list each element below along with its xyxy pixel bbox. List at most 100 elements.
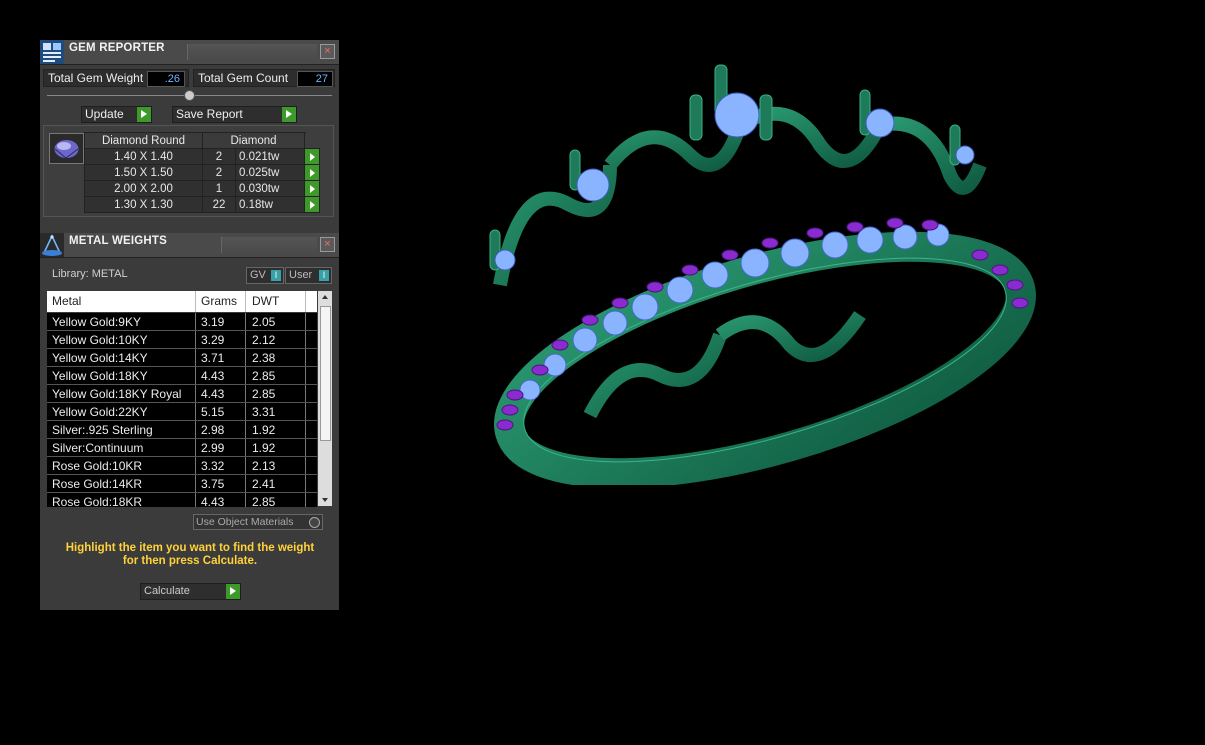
metal-dwt: 2.12 <box>252 333 276 347</box>
gem-table: Diamond Round Diamond 1.40 X 1.40 2 0.02… <box>84 132 320 213</box>
user-toggle[interactable]: User I <box>285 267 332 284</box>
table-row[interactable]: Rose Gold:14KR 3.75 2.41 <box>47 475 317 493</box>
close-icon[interactable]: × <box>320 44 335 59</box>
play-icon[interactable] <box>304 180 320 197</box>
library-label: Library: METAL <box>52 268 128 280</box>
instruction-text-line2: for then press Calculate. <box>122 555 258 567</box>
metal-name: Rose Gold:10KR <box>52 459 143 473</box>
close-icon[interactable]: × <box>320 237 335 252</box>
table-row[interactable]: Yellow Gold:14KY 3.71 2.38 <box>47 349 317 367</box>
metal-dwt: 2.38 <box>252 351 276 365</box>
table-row[interactable]: Yellow Gold:10KY 3.29 2.12 <box>47 331 317 349</box>
gv-toggle[interactable]: GV I <box>246 267 284 284</box>
titlebar-drag-area[interactable] <box>187 44 317 60</box>
user-label: User <box>289 269 313 281</box>
scrollbar-thumb[interactable] <box>320 306 331 441</box>
gem-row[interactable]: 1.30 X 1.30 22 0.18tw <box>84 196 320 213</box>
table-row[interactable]: Yellow Gold:18KY 4.43 2.85 <box>47 367 317 385</box>
dwt-column-header[interactable]: DWT <box>252 294 279 308</box>
metal-name: Yellow Gold:22KY <box>52 405 148 419</box>
gem-count: 2 <box>202 164 236 181</box>
scroll-down-icon[interactable] <box>318 494 332 506</box>
gem-weight: 0.18tw <box>235 196 305 213</box>
metal-name: Yellow Gold:18KY Royal <box>52 387 182 401</box>
gem-table-header: Diamond Round Diamond <box>84 132 320 149</box>
metal-dwt: 3.31 <box>252 405 276 419</box>
use-object-materials-toggle[interactable]: Use Object Materials <box>193 514 323 530</box>
metal-grams: 2.99 <box>201 441 225 455</box>
play-icon[interactable] <box>304 148 320 165</box>
metal-weights-title: METAL WEIGHTS <box>69 235 168 247</box>
grams-column-header[interactable]: Grams <box>201 294 237 308</box>
metal-dwt: 2.13 <box>252 459 276 473</box>
metal-name: Yellow Gold:10KY <box>52 333 148 347</box>
table-row[interactable]: Yellow Gold:18KY Royal 4.43 2.85 <box>47 385 317 403</box>
scale-icon <box>40 233 64 257</box>
gem-size: 2.00 X 2.00 <box>84 180 203 197</box>
slider-handle[interactable] <box>184 90 195 101</box>
round-diamond-icon <box>54 140 79 159</box>
table-row[interactable]: Yellow Gold:22KY 5.15 3.31 <box>47 403 317 421</box>
table-row[interactable]: Silver:Continuum 2.99 1.92 <box>47 439 317 457</box>
table-row[interactable]: Yellow Gold:9KY 3.19 2.05 <box>47 313 317 331</box>
table-row[interactable]: Silver:.925 Sterling 2.98 1.92 <box>47 421 317 439</box>
gem-reporter-title: GEM REPORTER <box>69 42 165 54</box>
metal-dwt: 2.05 <box>252 315 276 329</box>
metal-dwt: 2.85 <box>252 369 276 383</box>
titlebar-drag-area[interactable] <box>221 237 317 253</box>
metal-name: Yellow Gold:9KY <box>52 315 141 329</box>
play-icon <box>282 107 296 122</box>
scroll-up-icon[interactable] <box>318 291 332 303</box>
ring-3d-viewport[interactable] <box>460 55 1060 485</box>
metal-grams: 4.43 <box>201 387 225 401</box>
metal-weights-titlebar[interactable]: METAL WEIGHTS × <box>40 233 339 258</box>
update-button-label: Update <box>85 107 124 121</box>
info-icon: I <box>271 270 281 281</box>
gem-report-icon <box>40 40 64 64</box>
gem-thumbnail[interactable] <box>49 133 84 164</box>
gem-row[interactable]: 1.40 X 1.40 2 0.021tw <box>84 148 320 165</box>
save-report-button[interactable]: Save Report <box>172 106 297 123</box>
metal-name: Silver:Continuum <box>52 441 144 455</box>
metal-name: Yellow Gold:18KY <box>52 369 148 383</box>
total-gem-count-field[interactable]: 27 <box>297 71 333 87</box>
save-report-button-label: Save Report <box>176 107 243 121</box>
gem-reporter-titlebar[interactable]: GEM REPORTER × <box>40 40 339 65</box>
table-row[interactable]: Rose Gold:10KR 3.32 2.13 <box>47 457 317 475</box>
gem-weight: 0.030tw <box>235 180 305 197</box>
gv-label: GV <box>250 269 266 281</box>
gem-shape-header: Diamond Round <box>84 132 203 149</box>
metal-grams: 4.43 <box>201 495 225 507</box>
metal-grams: 3.71 <box>201 351 225 365</box>
gem-weight: 0.021tw <box>235 148 305 165</box>
use-object-materials-label: Use Object Materials <box>196 516 294 528</box>
metal-grams: 4.43 <box>201 369 225 383</box>
play-icon[interactable] <box>304 196 320 213</box>
calculate-button-label: Calculate <box>144 585 190 597</box>
play-icon[interactable] <box>304 164 320 181</box>
gem-row[interactable]: 1.50 X 1.50 2 0.025tw <box>84 164 320 181</box>
metal-name: Yellow Gold:14KY <box>52 351 148 365</box>
metal-dwt: 2.85 <box>252 495 276 507</box>
gem-weight: 0.025tw <box>235 164 305 181</box>
play-icon <box>137 107 151 122</box>
metal-name: Rose Gold:18KR <box>52 495 143 507</box>
metal-column-header[interactable]: Metal <box>52 294 81 308</box>
calculate-button[interactable]: Calculate <box>140 583 241 600</box>
gem-size: 1.30 X 1.30 <box>84 196 203 213</box>
metal-dwt: 1.92 <box>252 441 276 455</box>
metal-grams: 3.29 <box>201 333 225 347</box>
info-icon: I <box>319 270 329 281</box>
metal-grams: 3.75 <box>201 477 225 491</box>
gem-row[interactable]: 2.00 X 2.00 1 0.030tw <box>84 180 320 197</box>
metal-dwt: 2.85 <box>252 387 276 401</box>
update-button[interactable]: Update <box>81 106 152 123</box>
gem-material-header: Diamond <box>202 132 305 149</box>
total-gem-weight-field[interactable]: .26 <box>147 71 185 87</box>
metal-table-scrollbar[interactable] <box>318 291 332 506</box>
metal-table: Yellow Gold:9KY 3.19 2.05 Yellow Gold:10KY… <box>47 313 317 507</box>
metal-grams: 3.19 <box>201 315 225 329</box>
play-icon <box>226 584 240 599</box>
gem-count: 22 <box>202 196 236 213</box>
table-row[interactable]: Rose Gold:18KR 4.43 2.85 <box>47 493 317 507</box>
